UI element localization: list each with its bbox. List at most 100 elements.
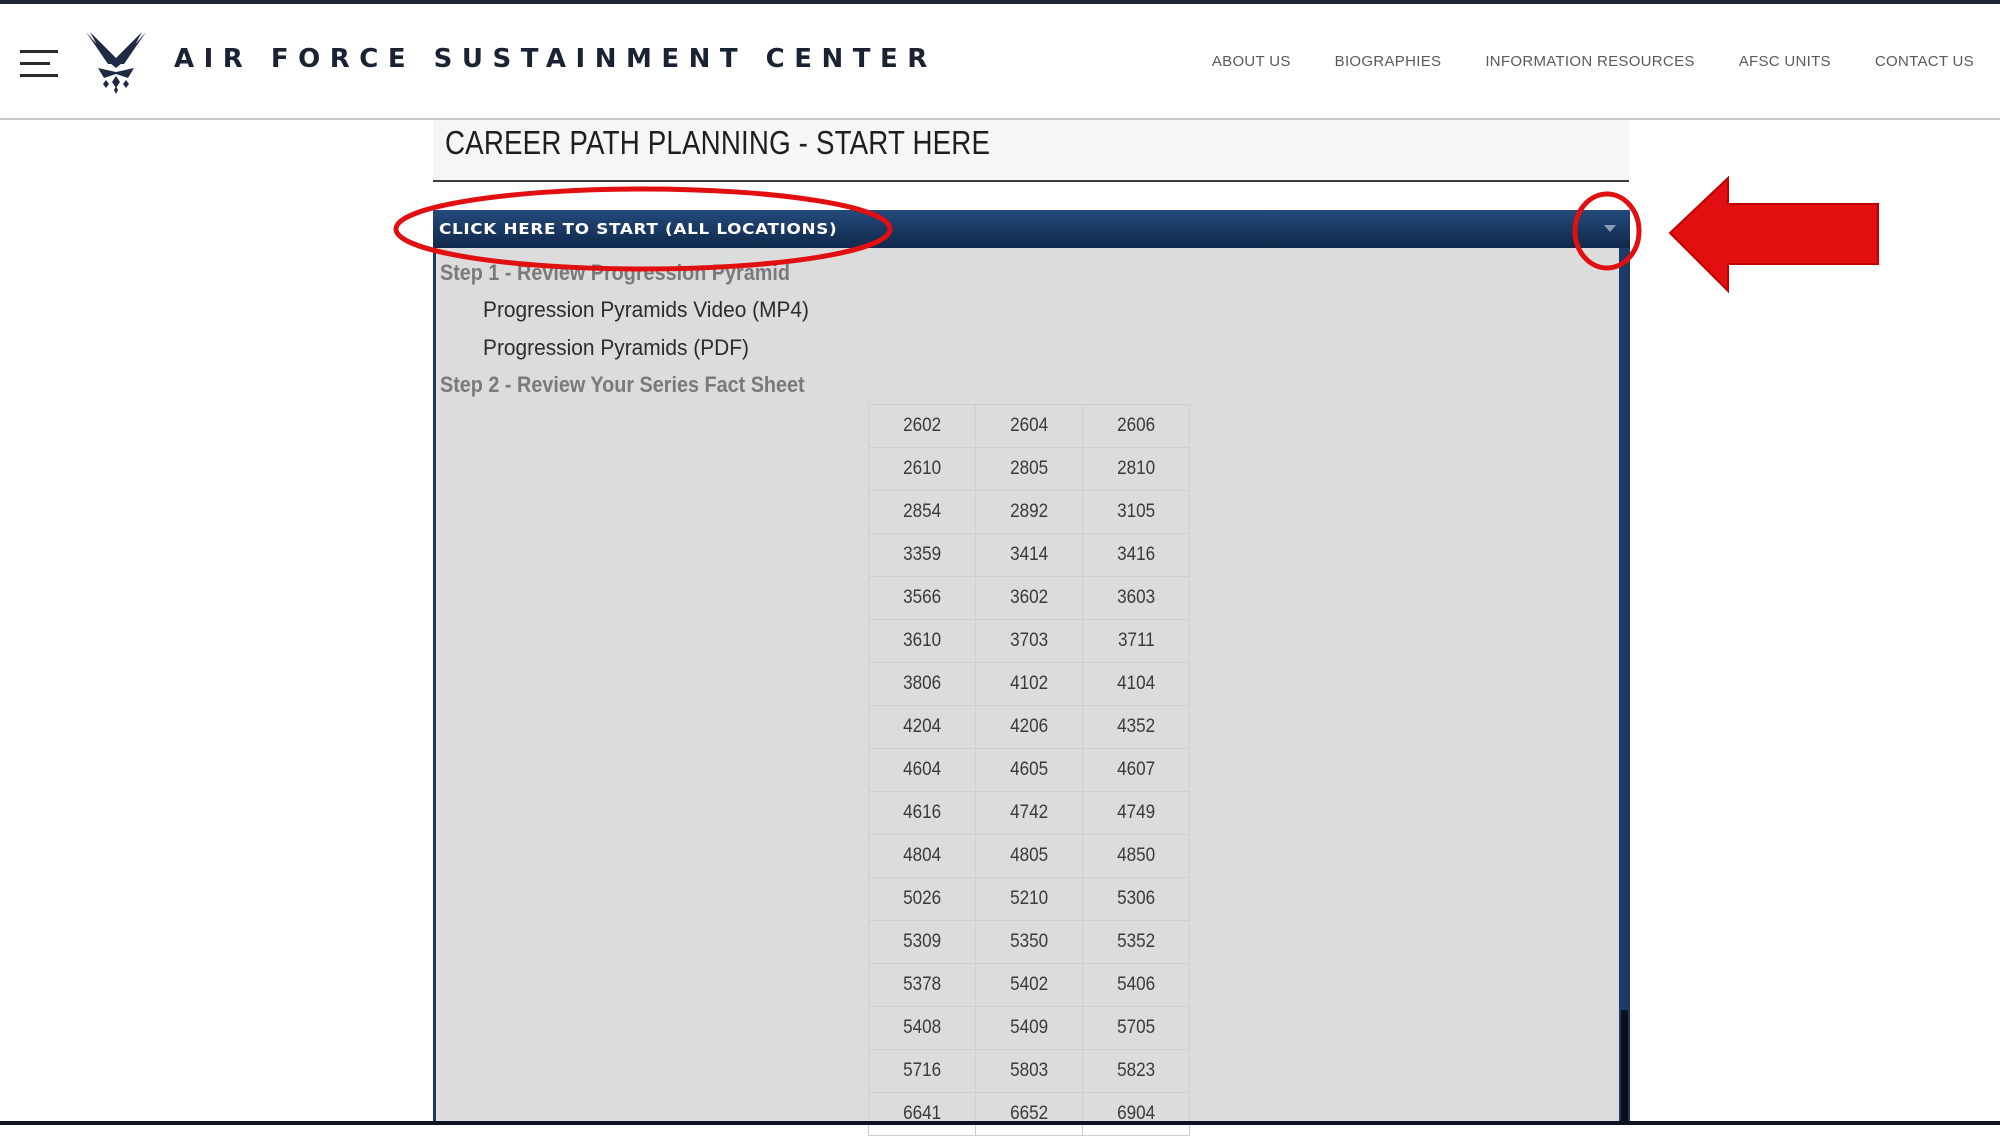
series-cell[interactable]: 3566 <box>868 576 976 620</box>
series-cell[interactable]: 5409 <box>975 1006 1083 1050</box>
series-cell[interactable]: 5210 <box>975 877 1083 921</box>
series-number[interactable]: 3416 <box>1117 544 1155 566</box>
series-number[interactable]: 5352 <box>1117 931 1155 953</box>
series-cell[interactable]: 3414 <box>975 533 1083 577</box>
series-cell[interactable]: 4804 <box>868 834 976 878</box>
series-number[interactable]: 3711 <box>1118 630 1155 652</box>
nav-biographies[interactable]: BIOGRAPHIES <box>1335 53 1442 70</box>
series-number[interactable]: 4604 <box>903 759 941 781</box>
series-cell[interactable]: 6641 <box>868 1092 976 1136</box>
series-number[interactable]: 2854 <box>903 501 941 523</box>
series-number[interactable]: 3602 <box>1010 587 1048 609</box>
series-number[interactable]: 5350 <box>1010 931 1048 953</box>
series-number[interactable]: 4352 <box>1117 716 1155 738</box>
series-number[interactable]: 2606 <box>1117 415 1155 437</box>
series-cell[interactable]: 5823 <box>1082 1049 1190 1093</box>
series-cell[interactable]: 5406 <box>1082 963 1190 1007</box>
series-cell[interactable]: 4607 <box>1082 748 1190 792</box>
link-progression-pyramids-video[interactable]: Progression Pyramids Video (MP4) <box>483 297 809 323</box>
series-number[interactable]: 2805 <box>1010 458 1048 480</box>
scrollbar[interactable] <box>1619 248 1630 1125</box>
series-cell[interactable]: 3602 <box>975 576 1083 620</box>
series-cell[interactable]: 5026 <box>868 877 976 921</box>
series-number[interactable]: 4742 <box>1010 802 1048 824</box>
series-cell[interactable]: 6652 <box>975 1092 1083 1136</box>
series-number[interactable]: 3359 <box>903 544 941 566</box>
site-title[interactable]: AIR FORCE SUSTAINMENT CENTER <box>174 44 937 74</box>
series-number[interactable]: 5210 <box>1010 888 1048 910</box>
series-number[interactable]: 2810 <box>1117 458 1155 480</box>
series-number[interactable]: 5409 <box>1010 1017 1048 1039</box>
series-cell[interactable]: 5705 <box>1082 1006 1190 1050</box>
series-cell[interactable]: 5350 <box>975 920 1083 964</box>
series-cell[interactable]: 4742 <box>975 791 1083 835</box>
series-number[interactable]: 5378 <box>903 974 941 996</box>
series-cell[interactable]: 4850 <box>1082 834 1190 878</box>
series-number[interactable]: 2602 <box>903 415 941 437</box>
series-number[interactable]: 3703 <box>1010 630 1048 652</box>
series-cell[interactable]: 2810 <box>1082 447 1190 491</box>
series-cell[interactable]: 5352 <box>1082 920 1190 964</box>
series-cell[interactable]: 5309 <box>868 920 976 964</box>
series-cell[interactable]: 5803 <box>975 1049 1083 1093</box>
series-cell[interactable]: 4604 <box>868 748 976 792</box>
series-cell[interactable]: 3703 <box>975 619 1083 663</box>
series-number[interactable]: 4616 <box>903 802 941 824</box>
series-cell[interactable]: 4104 <box>1082 662 1190 706</box>
series-number[interactable]: 2610 <box>903 458 941 480</box>
series-number[interactable]: 4749 <box>1117 802 1155 824</box>
series-cell[interactable]: 3603 <box>1082 576 1190 620</box>
nav-information-resources[interactable]: INFORMATION RESOURCES <box>1485 53 1694 70</box>
series-cell[interactable]: 2854 <box>868 490 976 534</box>
series-number[interactable]: 3610 <box>903 630 941 652</box>
series-number[interactable]: 4804 <box>903 845 941 867</box>
series-number[interactable]: 3566 <box>903 587 941 609</box>
series-number[interactable]: 4805 <box>1010 845 1048 867</box>
series-number[interactable]: 5306 <box>1117 888 1155 910</box>
series-cell[interactable]: 3416 <box>1082 533 1190 577</box>
series-number[interactable]: 4102 <box>1010 673 1048 695</box>
series-cell[interactable]: 2602 <box>868 404 976 448</box>
series-number[interactable]: 5803 <box>1010 1060 1048 1082</box>
series-number[interactable]: 3414 <box>1010 544 1048 566</box>
series-cell[interactable]: 2604 <box>975 404 1083 448</box>
series-number[interactable]: 5823 <box>1117 1060 1155 1082</box>
series-cell[interactable]: 4204 <box>868 705 976 749</box>
series-cell[interactable]: 5408 <box>868 1006 976 1050</box>
hamburger-menu-icon[interactable] <box>20 48 60 78</box>
series-cell[interactable]: 2805 <box>975 447 1083 491</box>
series-number[interactable]: 5026 <box>903 888 941 910</box>
series-number[interactable]: 4850 <box>1117 845 1155 867</box>
link-progression-pyramids-pdf[interactable]: Progression Pyramids (PDF) <box>483 335 749 361</box>
series-cell[interactable]: 6904 <box>1082 1092 1190 1136</box>
series-cell[interactable]: 2610 <box>868 447 976 491</box>
series-number[interactable]: 3105 <box>1117 501 1155 523</box>
series-cell[interactable]: 2892 <box>975 490 1083 534</box>
series-cell[interactable]: 5402 <box>975 963 1083 1007</box>
series-cell[interactable]: 3711 <box>1082 619 1190 663</box>
series-number[interactable]: 4206 <box>1010 716 1048 738</box>
series-cell[interactable]: 4352 <box>1082 705 1190 749</box>
series-cell[interactable]: 3105 <box>1082 490 1190 534</box>
series-cell[interactable]: 4206 <box>975 705 1083 749</box>
series-number[interactable]: 3603 <box>1117 587 1155 609</box>
series-number[interactable]: 3806 <box>903 673 941 695</box>
series-number[interactable]: 2892 <box>1010 501 1048 523</box>
series-cell[interactable]: 4749 <box>1082 791 1190 835</box>
series-number[interactable]: 4605 <box>1010 759 1048 781</box>
series-number[interactable]: 5408 <box>903 1017 941 1039</box>
nav-about-us[interactable]: ABOUT US <box>1212 53 1291 70</box>
air-force-wings-logo[interactable] <box>84 28 148 94</box>
series-cell[interactable]: 3806 <box>868 662 976 706</box>
series-number[interactable]: 5716 <box>903 1060 941 1082</box>
series-number[interactable]: 5402 <box>1010 974 1048 996</box>
series-cell[interactable]: 5378 <box>868 963 976 1007</box>
series-cell[interactable]: 4616 <box>868 791 976 835</box>
series-number[interactable]: 5705 <box>1117 1017 1155 1039</box>
nav-afsc-units[interactable]: AFSC UNITS <box>1739 53 1831 70</box>
nav-contact-us[interactable]: CONTACT US <box>1875 53 1974 70</box>
series-cell[interactable]: 4102 <box>975 662 1083 706</box>
series-number[interactable]: 2604 <box>1010 415 1048 437</box>
series-number[interactable]: 4204 <box>903 716 941 738</box>
scrollbar-thumb[interactable] <box>1621 1010 1628 1125</box>
